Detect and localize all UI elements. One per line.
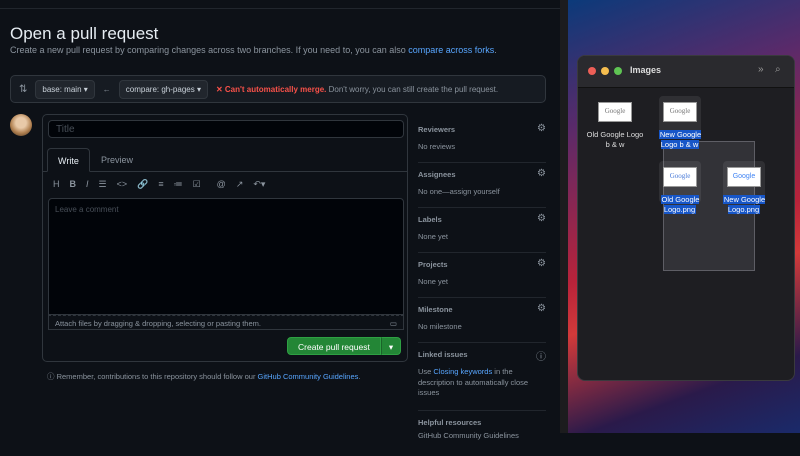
divider — [0, 8, 560, 9]
gear-icon[interactable]: ⚙ — [537, 303, 546, 314]
finder-titlebar: Images » ⌕ — [578, 56, 794, 88]
search-icon[interactable]: ⌕ — [775, 64, 781, 75]
file-item[interactable]: Google Old Google Logo b & w — [585, 102, 645, 149]
title-input[interactable]: Title — [48, 120, 404, 138]
bullet-list-icon[interactable]: ≡ — [158, 179, 163, 190]
file-name: New Google Logo.png — [722, 195, 766, 214]
arrow-left-icon: ← — [102, 84, 111, 94]
closing-keywords-link[interactable]: Closing keywords — [433, 367, 492, 376]
section-title: Linked issues — [418, 350, 468, 359]
subtitle-text: Create a new pull request by comparing c… — [10, 45, 409, 55]
numbered-list-icon[interactable]: ≔ — [174, 179, 183, 190]
section-title[interactable]: Reviewers — [418, 125, 546, 134]
maximize-button[interactable] — [614, 67, 622, 75]
section-value: No milestone — [418, 322, 462, 331]
base-branch-button[interactable]: base: main ▾ — [35, 79, 95, 99]
section-title[interactable]: Assignees — [418, 170, 546, 179]
mention-icon[interactable]: @ — [217, 179, 226, 190]
merge-message: Don't worry, you can still create the pu… — [328, 84, 499, 94]
finder-title: Images — [630, 65, 662, 75]
editor-tabs: Write Preview — [43, 148, 407, 172]
sidebar-reviewers: Reviewers No reviews ⚙ — [418, 118, 546, 163]
create-pr-group: Create pull request ▾ — [287, 337, 402, 355]
quote-icon[interactable]: ☰ — [99, 179, 107, 190]
italic-icon[interactable]: I — [86, 179, 89, 190]
section-value: None yet — [418, 232, 449, 241]
file-item[interactable]: Google New Google Logo b & w — [650, 102, 710, 149]
bold-icon[interactable]: B — [70, 179, 77, 190]
pr-form: Title Write Preview H B I ☰ <> 🔗 ≡ ≔ ☑ @… — [42, 114, 408, 362]
gear-icon[interactable]: ⚙ — [537, 258, 546, 269]
sidebar: Reviewers No reviews ⚙ Assignees No one—ass… — [418, 118, 546, 456]
info-icon: ⓘ — [536, 352, 546, 363]
section-title[interactable]: Projects — [418, 260, 546, 269]
tab-write[interactable]: Write — [47, 148, 90, 172]
file-thumbnail: Google — [727, 167, 761, 187]
file-name: Old Google Logo.png — [660, 195, 700, 214]
reply-icon[interactable]: ↶▾ — [253, 179, 265, 190]
file-thumbnail: Google — [663, 102, 697, 122]
gear-icon[interactable]: ⚙ — [537, 168, 546, 179]
github-page: Open a pull request Create a new pull re… — [0, 0, 560, 440]
compare-arrows-icon: ⇅ — [19, 83, 28, 95]
sidebar-projects: Projects None yet ⚙ — [418, 253, 546, 298]
markdown-toolbar: H B I ☰ <> 🔗 ≡ ≔ ☑ @ ↗ ↶▾ — [53, 179, 265, 190]
compare-bar: ⇅ base: main ▾ ← compare: gh-pages ▾ ✕ C… — [10, 75, 546, 103]
finder-window: Images » ⌕ Google Old Google Logo b & w G… — [577, 55, 795, 381]
linked-pre: Use — [418, 367, 434, 376]
subtitle-end: . — [494, 45, 497, 55]
base-label: base: main — [42, 84, 82, 94]
comment-textarea[interactable]: Leave a comment — [48, 198, 404, 315]
tab-preview[interactable]: Preview — [91, 148, 143, 172]
note-text: Remember, contributions to this reposito… — [56, 372, 258, 381]
minimize-button[interactable] — [601, 67, 609, 75]
code-icon[interactable]: <> — [117, 179, 128, 190]
guidelines-link[interactable]: GitHub Community Guidelines — [258, 372, 359, 381]
merge-error: ✕ Can't automatically merge. — [215, 84, 327, 94]
task-list-icon[interactable]: ☑ — [193, 179, 201, 190]
section-value[interactable]: No one—assign yourself — [418, 187, 546, 198]
link-icon[interactable]: 🔗 — [137, 179, 148, 190]
create-pr-button[interactable]: Create pull request — [287, 337, 381, 355]
page-title: Open a pull request — [10, 24, 159, 43]
file-name: New Google Logo b & w — [658, 130, 702, 149]
reference-icon[interactable]: ↗ — [236, 179, 244, 190]
sidebar-labels: Labels None yet ⚙ — [418, 208, 546, 253]
avatar — [10, 114, 32, 136]
attach-files[interactable]: Attach files by dragging & dropping, sel… — [48, 315, 404, 330]
sidebar-milestone: Milestone No milestone ⚙ — [418, 298, 546, 343]
more-icon[interactable]: » — [758, 64, 764, 75]
section-title[interactable]: Labels — [418, 215, 546, 224]
file-item[interactable]: Google New Google Logo.png — [714, 167, 774, 214]
window-divider — [560, 0, 568, 433]
heading-icon[interactable]: H — [53, 179, 60, 190]
file-item[interactable]: Google Old Google Logo.png — [650, 167, 710, 214]
file-thumbnail: Google — [598, 102, 632, 122]
contribution-note: ⓘ Remember, contributions to this reposi… — [47, 372, 361, 381]
gear-icon[interactable]: ⚙ — [537, 123, 546, 134]
create-pr-dropdown[interactable]: ▾ — [380, 337, 402, 355]
gear-icon[interactable]: ⚙ — [537, 213, 546, 224]
page-subtitle: Create a new pull request by comparing c… — [10, 45, 497, 55]
compare-branch-button[interactable]: compare: gh-pages ▾ — [118, 79, 208, 99]
sidebar-assignees: Assignees No one—assign yourself ⚙ — [418, 163, 546, 208]
attach-label: Attach files by dragging & dropping, sel… — [55, 319, 261, 328]
linked-text: Use Closing keywords in the description … — [418, 367, 546, 399]
file-name: Old Google Logo b & w — [586, 130, 644, 149]
section-value: None yet — [418, 277, 449, 286]
sidebar-helpful: Helpful resources GitHub Community Guidel… — [418, 411, 546, 456]
close-button[interactable] — [588, 67, 596, 75]
section-value: No reviews — [418, 142, 456, 151]
compare-label: compare: gh-pages — [125, 84, 195, 94]
markdown-icon: ▭ — [389, 319, 397, 328]
section-title[interactable]: Milestone — [418, 305, 546, 314]
section-title: Helpful resources — [418, 418, 482, 427]
note-end: . — [358, 372, 361, 381]
sidebar-linked-issues: Linked issues Use Closing keywords in the… — [418, 343, 546, 411]
file-thumbnail: Google — [663, 167, 697, 187]
compare-forks-link[interactable]: compare across forks — [408, 45, 494, 55]
